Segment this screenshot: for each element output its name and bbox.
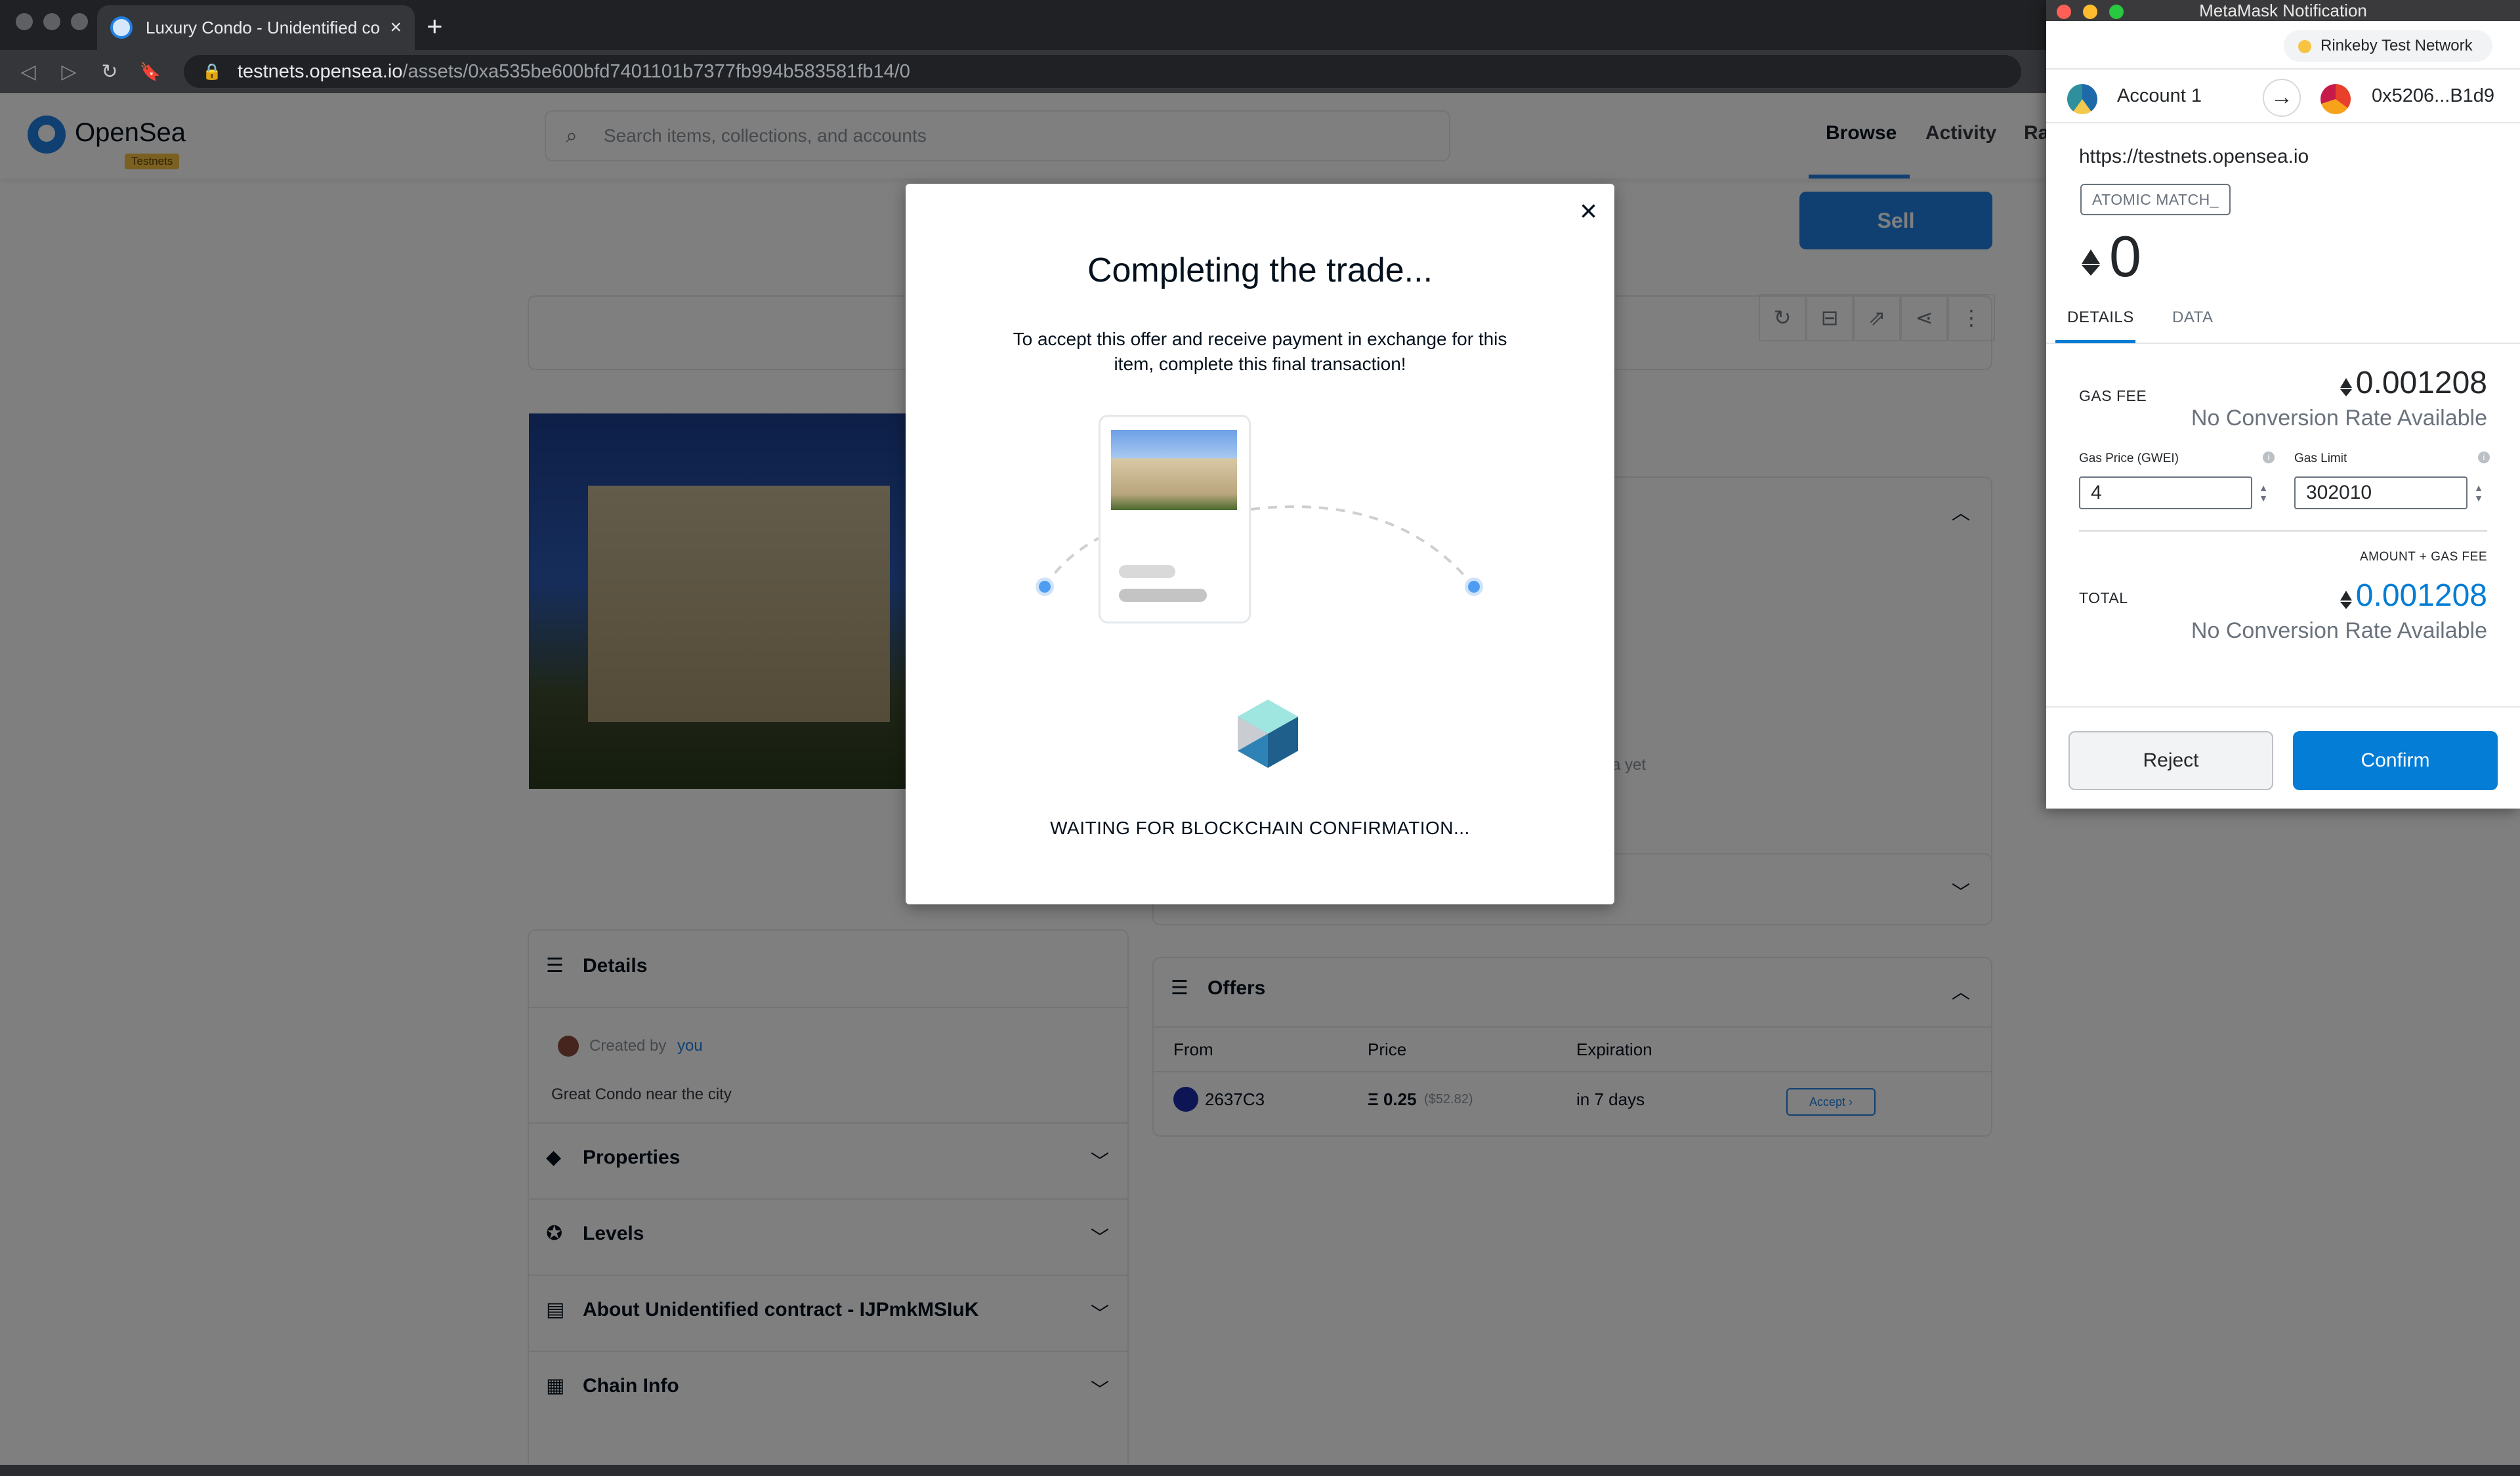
amount-gas-fee-label: AMOUNT + GAS FEE — [2360, 550, 2487, 564]
mm-minimize-light[interactable] — [2083, 5, 2097, 19]
lock-icon[interactable]: 🔒 — [202, 62, 222, 81]
gas-price-label: Gas Price (GWEI) — [2079, 452, 2179, 465]
bottom-edge — [0, 1465, 2520, 1476]
mm-close-light[interactable] — [2057, 5, 2071, 19]
tab-title: Luxury Condo - Unidentified co — [146, 17, 380, 37]
window-zoom-light[interactable] — [71, 13, 88, 30]
modal-status: WAITING FOR BLOCKCHAIN CONFIRMATION... — [1050, 818, 1470, 838]
eth-icon — [2340, 591, 2352, 609]
from-account: Account 1 — [2117, 85, 2202, 106]
info-icon[interactable]: i — [2263, 452, 2275, 463]
metamask-tabs: DETAILS DATA — [2046, 299, 2520, 344]
method-name: ATOMIC MATCH_ — [2092, 190, 2219, 208]
total-divider — [2079, 530, 2487, 532]
total-value: 0.001208 — [2355, 578, 2487, 613]
nft-thumbnail — [1111, 430, 1237, 510]
tab-active[interactable]: Luxury Condo - Unidentified co × — [97, 5, 415, 50]
gas-fee-conversion: No Conversion Rate Available — [2191, 406, 2487, 431]
trade-arc-illustration — [1043, 505, 1475, 768]
method-badge: ATOMIC MATCH_ — [2080, 184, 2231, 215]
gas-limit-stepper[interactable]: ▲ ▼ — [2470, 476, 2487, 509]
bookmark-icon[interactable]: 🔖 — [130, 62, 171, 82]
completing-trade-modal: × Completing the trade... To accept this… — [906, 184, 1614, 904]
network-indicator: Rinkeby Test Network — [2284, 30, 2492, 62]
reject-button[interactable]: Reject — [2068, 731, 2273, 790]
tab-details[interactable]: DETAILS — [2067, 308, 2134, 327]
avatar — [2320, 84, 2351, 114]
metamask-window: MetaMask Notification Rinkeby Test Netwo… — [2046, 0, 2520, 809]
total-conversion: No Conversion Rate Available — [2191, 618, 2487, 643]
arrow-right-icon: → — [2263, 79, 2301, 117]
window-close-light[interactable] — [16, 13, 33, 30]
metamask-footer: Reject Confirm — [2046, 706, 2520, 809]
active-tab-underline — [2055, 340, 2135, 343]
back-icon[interactable]: ◁ — [8, 60, 49, 83]
window-minimize-light[interactable] — [43, 13, 60, 30]
address-bar[interactable]: 🔒 testnets.opensea.io/assets/0xa535be600… — [184, 55, 2021, 88]
gas-fee-amount: 0.001208 — [2340, 365, 2487, 401]
origin-url: https://testnets.opensea.io — [2079, 146, 2309, 167]
tx-amount: 0 — [2082, 223, 2141, 290]
total-label: TOTAL — [2079, 589, 2128, 606]
url-host: testnets.opensea.io — [237, 60, 403, 82]
gas-fee-value: 0.001208 — [2355, 366, 2487, 400]
gas-limit-input[interactable]: 302010 — [2294, 476, 2468, 509]
avatar — [2067, 84, 2097, 114]
reload-icon[interactable]: ↻ — [89, 60, 130, 83]
target-node — [1465, 578, 1483, 596]
to-account: 0x5206...B1d9 — [2372, 85, 2495, 106]
tx-amount-value: 0 — [2109, 224, 2141, 289]
url-path: /assets/0xa535be600bfd7401101b7377fb994b… — [402, 60, 910, 82]
metamask-window-title: MetaMask Notification — [2199, 1, 2367, 20]
ethereum-hex-icon — [1238, 700, 1298, 768]
nft-placeholder-line — [1119, 565, 1175, 578]
total-amount: 0.001208 — [2340, 578, 2487, 614]
tab-data[interactable]: DATA — [2172, 308, 2213, 327]
gas-price-input[interactable]: 4 — [2079, 476, 2252, 509]
info-icon[interactable]: i — [2478, 452, 2490, 463]
tab-close-icon[interactable]: × — [390, 16, 402, 39]
confirm-button[interactable]: Confirm — [2293, 731, 2498, 790]
gas-price-stepper[interactable]: ▲ ▼ — [2255, 476, 2272, 509]
new-tab-button[interactable]: + — [427, 11, 443, 42]
eth-icon — [2340, 378, 2352, 396]
forward-icon[interactable]: ▷ — [49, 60, 89, 83]
opensea-favicon-icon — [110, 16, 133, 39]
nft-placeholder-line — [1119, 589, 1207, 602]
gas-fee-label: GAS FEE — [2079, 387, 2147, 404]
account-row: Account 1 → 0x5206...B1d9 — [2046, 68, 2520, 123]
source-node — [1036, 578, 1054, 596]
nft-card — [1099, 415, 1251, 623]
eth-icon — [2082, 249, 2100, 276]
gas-limit-label: Gas Limit — [2294, 452, 2347, 465]
network-name: Rinkeby Test Network — [2320, 37, 2473, 54]
mm-zoom-light[interactable] — [2109, 5, 2124, 19]
